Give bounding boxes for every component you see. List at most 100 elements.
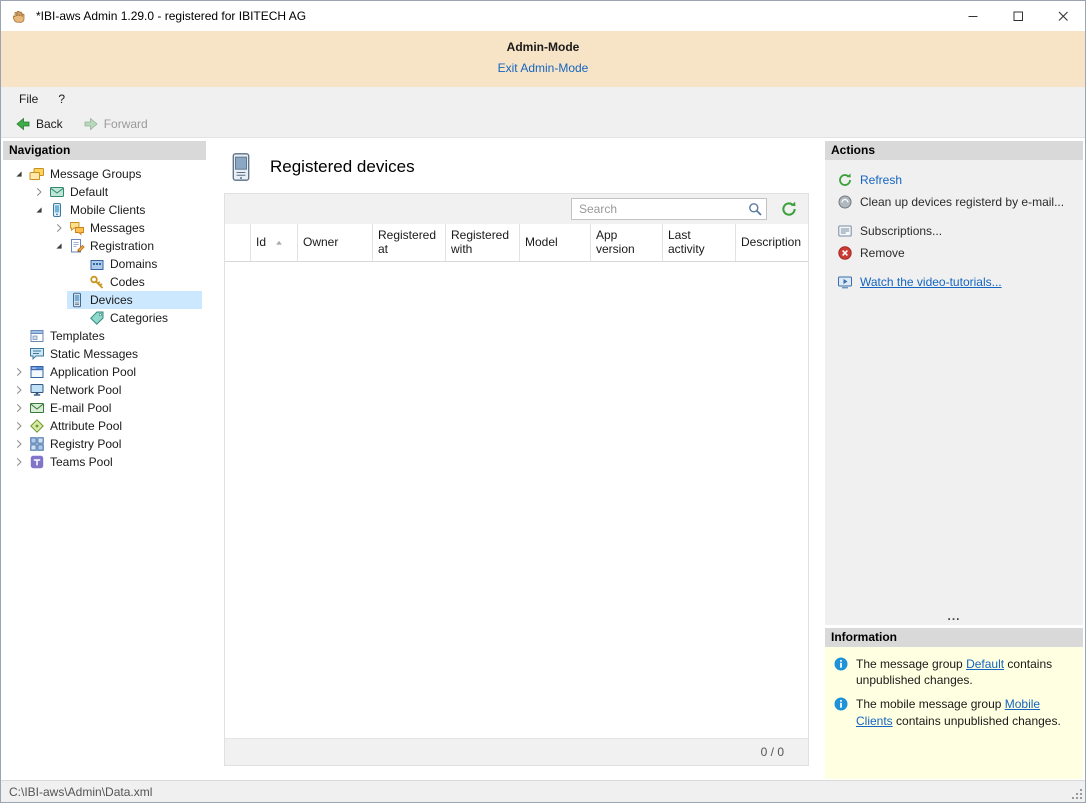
domains-icon: [89, 256, 105, 272]
chevron-spacer: [11, 328, 27, 344]
chevron-right-icon[interactable]: [51, 220, 67, 236]
chevron-spacer: [71, 274, 87, 290]
admin-mode-title: Admin-Mode: [1, 40, 1085, 54]
tree-item-templates[interactable]: Templates: [3, 327, 206, 345]
chevron-down-icon[interactable]: [51, 238, 67, 254]
action-remove[interactable]: Remove: [835, 242, 1077, 264]
teams-pool-icon: [29, 454, 45, 470]
menu-bar: File ?: [1, 87, 1085, 111]
back-label: Back: [36, 117, 63, 131]
cleanup-icon: [837, 194, 853, 210]
app-window: *IBI-aws Admin 1.29.0 - registered for I…: [0, 0, 1086, 803]
chevron-right-icon[interactable]: [31, 184, 47, 200]
refresh-list-button[interactable]: [780, 200, 798, 218]
resize-grip-icon[interactable]: [1071, 788, 1084, 801]
chevron-right-icon[interactable]: [11, 382, 27, 398]
maximize-icon: [1010, 8, 1026, 24]
information-body: The message group Default contains unpub…: [825, 647, 1083, 779]
ibi-aws-hand-icon: [11, 8, 27, 24]
tree-item-email-pool[interactable]: E-mail Pool: [3, 399, 206, 417]
action-clean-up-devices[interactable]: Clean up devices registerd by e-mail...: [835, 191, 1077, 213]
tree-item-mobile-clients[interactable]: Mobile Clients: [3, 201, 206, 219]
messages-icon: [69, 220, 85, 236]
info-icon: [833, 656, 849, 672]
close-button[interactable]: [1040, 1, 1085, 31]
default-group-link[interactable]: Default: [966, 657, 1004, 671]
column-model[interactable]: Model: [520, 224, 591, 261]
column-last-activity[interactable]: Last activity: [663, 224, 736, 261]
information-header: Information: [825, 628, 1083, 647]
workspace: Navigation Message Groups Default Mobile…: [1, 138, 1085, 780]
codes-icon: [89, 274, 105, 290]
application-pool-icon: [29, 364, 45, 380]
sort-ascending-icon: [274, 238, 284, 248]
minimize-button[interactable]: [950, 1, 995, 31]
tree-item-teams-pool[interactable]: Teams Pool: [3, 453, 206, 471]
main-header: Registered devices: [210, 141, 821, 193]
chevron-down-icon[interactable]: [31, 202, 47, 218]
chevron-right-icon[interactable]: [11, 400, 27, 416]
info-item-mobile-clients-group: The mobile message group Mobile Clients …: [833, 696, 1075, 728]
search-icon[interactable]: [747, 201, 763, 217]
column-registered-with[interactable]: Registered with: [446, 224, 520, 261]
devices-icon: [69, 292, 85, 308]
tree-item-messages[interactable]: Messages: [3, 219, 206, 237]
attribute-pool-icon: [29, 418, 45, 434]
action-video-tutorials[interactable]: Watch the video-tutorials...: [835, 271, 1077, 293]
column-id[interactable]: Id: [251, 224, 298, 261]
tree-item-network-pool[interactable]: Network Pool: [3, 381, 206, 399]
chevron-right-icon[interactable]: [11, 418, 27, 434]
message-group-icon: [49, 184, 65, 200]
tree-item-application-pool[interactable]: Application Pool: [3, 363, 206, 381]
actions-header: Actions: [825, 141, 1083, 160]
nav-toolbar: Back Forward: [1, 111, 1085, 138]
admin-mode-banner: Admin-Mode Exit Admin-Mode: [1, 31, 1085, 87]
categories-icon: [89, 310, 105, 326]
page-title: Registered devices: [270, 157, 415, 177]
tree-item-attribute-pool[interactable]: Attribute Pool: [3, 417, 206, 435]
registry-pool-icon: [29, 436, 45, 452]
tree-item-default[interactable]: Default: [3, 183, 206, 201]
chevron-right-icon[interactable]: [11, 436, 27, 452]
info-item-default-group: The message group Default contains unpub…: [833, 656, 1075, 688]
navigation-tree: Message Groups Default Mobile Clients Me…: [3, 160, 206, 779]
column-app-version[interactable]: App version: [591, 224, 663, 261]
registration-icon: [69, 238, 85, 254]
column-description[interactable]: Description: [736, 224, 808, 261]
templates-icon: [29, 328, 45, 344]
search-input[interactable]: [577, 201, 747, 217]
tree-item-registry-pool[interactable]: Registry Pool: [3, 435, 206, 453]
tree-item-message-groups[interactable]: Message Groups: [3, 165, 206, 183]
column-owner[interactable]: Owner: [298, 224, 373, 261]
back-arrow-icon: [15, 116, 31, 132]
selected-tree-node[interactable]: Devices: [67, 291, 202, 309]
action-subscriptions[interactable]: Subscriptions...: [835, 220, 1077, 242]
tree-item-codes[interactable]: Codes: [3, 273, 206, 291]
tree-item-registration[interactable]: Registration: [3, 237, 206, 255]
message-groups-icon: [29, 166, 45, 182]
menu-help[interactable]: ?: [48, 89, 75, 109]
forward-button[interactable]: Forward: [77, 114, 154, 134]
exit-admin-mode-link[interactable]: Exit Admin-Mode: [498, 61, 589, 75]
column-registered-at[interactable]: Registered at: [373, 224, 446, 261]
chevron-spacer: [71, 310, 87, 326]
chevron-down-icon[interactable]: [11, 166, 27, 182]
forward-label: Forward: [104, 117, 148, 131]
close-icon: [1055, 8, 1071, 24]
action-refresh[interactable]: Refresh: [835, 169, 1077, 191]
refresh-icon: [837, 172, 853, 188]
maximize-button[interactable]: [995, 1, 1040, 31]
tree-item-static-messages[interactable]: Static Messages: [3, 345, 206, 363]
chevron-right-icon[interactable]: [11, 364, 27, 380]
chevron-spacer: [71, 256, 87, 272]
data-file-path: C:\IBI-aws\Admin\Data.xml: [9, 785, 152, 799]
back-button[interactable]: Back: [9, 114, 69, 134]
tree-item-categories[interactable]: Categories: [3, 309, 206, 327]
menu-file[interactable]: File: [9, 89, 48, 109]
table-header: Id Owner Registered at Registered with M…: [225, 224, 808, 262]
column-selector: [225, 224, 251, 261]
tree-item-domains[interactable]: Domains: [3, 255, 206, 273]
actions-overflow-indicator: ...: [825, 609, 1083, 623]
chevron-right-icon[interactable]: [11, 454, 27, 470]
tree-item-devices[interactable]: Devices: [3, 291, 206, 309]
